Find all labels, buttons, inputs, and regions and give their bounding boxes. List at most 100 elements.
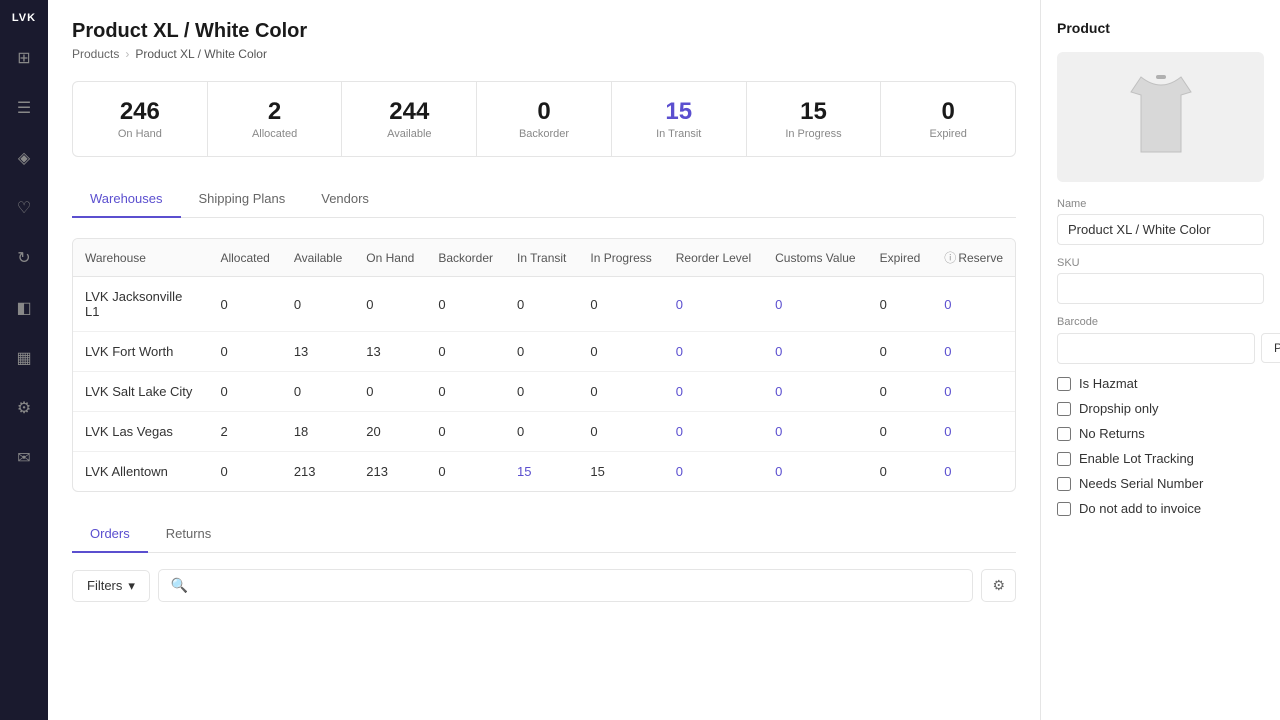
col-header-customs-value: Customs Value [763, 239, 867, 277]
name-input[interactable] [1057, 214, 1264, 245]
col-header-expired: Expired [868, 239, 933, 277]
stat-item: 15In Progress [747, 82, 882, 156]
stat-item: 0Backorder [477, 82, 612, 156]
main-tabs: WarehousesShipping PlansVendors [72, 181, 1016, 218]
refresh-icon[interactable]: ↻ [8, 242, 40, 274]
cell-reserve: 0 [932, 277, 1015, 332]
cell-reorder_level: 0 [664, 332, 763, 372]
stat-label: Expired [893, 128, 1003, 140]
cell-in_transit: 0 [505, 412, 578, 452]
stat-value: 244 [354, 98, 464, 126]
cell-reorder_level: 0 [664, 277, 763, 332]
checkbox-dropship-only[interactable] [1057, 402, 1071, 416]
settings-icon[interactable]: ⚙ [8, 392, 40, 424]
cell-expired: 0 [868, 412, 933, 452]
filters-label: Filters [87, 578, 122, 593]
list-icon[interactable]: ☰ [8, 92, 40, 124]
cell-in_progress: 0 [578, 332, 663, 372]
tag-icon[interactable]: ◈ [8, 142, 40, 174]
search-box: 🔍 [158, 569, 974, 602]
cell-expired: 0 [868, 332, 933, 372]
cell-customs_value: 0 [763, 372, 867, 412]
checkbox-needs-serial-number[interactable] [1057, 477, 1071, 491]
col-header-in-progress: In Progress [578, 239, 663, 277]
checkbox-enable-lot-tracking[interactable] [1057, 452, 1071, 466]
checkbox-row-no-returns: No Returns [1057, 426, 1264, 441]
main-content: Product XL / White Color Products › Prod… [48, 0, 1040, 720]
cell-in_transit: 15 [505, 452, 578, 492]
checkbox-no-returns[interactable] [1057, 427, 1071, 441]
barcode-input[interactable] [1057, 333, 1255, 364]
cell-allocated: 2 [208, 412, 281, 452]
stat-label: In Transit [624, 128, 734, 140]
bottom-tab-orders[interactable]: Orders [72, 516, 148, 553]
table-settings-button[interactable]: ⚙ [981, 569, 1016, 602]
cell-reorder_level: 0 [664, 372, 763, 412]
checkbox-do-not-add-to-invoice[interactable] [1057, 502, 1071, 516]
bottom-tab-returns[interactable]: Returns [148, 516, 230, 553]
cell-backorder: 0 [426, 372, 505, 412]
tab-shipping-plans[interactable]: Shipping Plans [181, 181, 304, 218]
search-icon: 🔍 [171, 577, 188, 594]
panel-title: Product [1057, 20, 1264, 36]
cell-customs_value: 0 [763, 277, 867, 332]
cell-expired: 0 [868, 277, 933, 332]
cell-on_hand: 213 [354, 452, 426, 492]
cell-reserve: 0 [932, 412, 1015, 452]
table-row: LVK Fort Worth013130000000 [73, 332, 1015, 372]
barcode-row: Print ▤ [1057, 332, 1264, 364]
cell-customs_value: 0 [763, 452, 867, 492]
checkbox-label: Needs Serial Number [1079, 476, 1203, 491]
grid-icon[interactable]: ⊞ [8, 42, 40, 74]
cell-in_transit: 0 [505, 332, 578, 372]
tab-warehouses[interactable]: Warehouses [72, 181, 181, 218]
checkbox-label: Enable Lot Tracking [1079, 451, 1194, 466]
table-row: LVK Salt Lake City0000000000 [73, 372, 1015, 412]
stat-item: 244 Available [342, 82, 477, 156]
cell-on_hand: 0 [354, 277, 426, 332]
search-input[interactable] [196, 578, 960, 593]
col-header-backorder: Backorder [426, 239, 505, 277]
stat-item: 15 In Transit [612, 82, 747, 156]
filters-button[interactable]: Filters ▾ [72, 570, 150, 602]
stat-label: On Hand [85, 128, 195, 140]
tab-vendors[interactable]: Vendors [303, 181, 387, 218]
layers-icon[interactable]: ◧ [8, 292, 40, 324]
stat-value: 15 [759, 98, 869, 126]
checkbox-row-needs-serial-number: Needs Serial Number [1057, 476, 1264, 491]
checkbox-row-dropship-only: Dropship only [1057, 401, 1264, 416]
breadcrumb-parent[interactable]: Products [72, 47, 119, 61]
cell-reserve: 0 [932, 372, 1015, 412]
col-header-reserve: ⓘReserve [932, 239, 1015, 277]
barcode-label: Barcode [1057, 316, 1264, 328]
checkbox-row-enable-lot-tracking: Enable Lot Tracking [1057, 451, 1264, 466]
message-icon[interactable]: ✉ [8, 442, 40, 474]
cell-customs_value: 0 [763, 412, 867, 452]
cell-reorder_level: 0 [664, 452, 763, 492]
col-header-in-transit: In Transit [505, 239, 578, 277]
sku-input[interactable] [1057, 273, 1264, 304]
checkbox-label: Is Hazmat [1079, 376, 1138, 391]
print-button[interactable]: Print [1261, 333, 1280, 363]
col-header-reorder-level: Reorder Level [664, 239, 763, 277]
cell-in_transit: 0 [505, 277, 578, 332]
cell-available: 13 [282, 332, 354, 372]
table-row: LVK Jacksonville L10000000000 [73, 277, 1015, 332]
right-panel: Product Name SKU Barcode Print ▤ Is Hazm… [1040, 0, 1280, 720]
checkbox-is-hazmat[interactable] [1057, 377, 1071, 391]
cell-warehouse: LVK Las Vegas [73, 412, 208, 452]
col-header-warehouse: Warehouse [73, 239, 208, 277]
breadcrumb: Products › Product XL / White Color [72, 47, 1016, 61]
checkbox-label: Do not add to invoice [1079, 501, 1201, 516]
cell-on_hand: 20 [354, 412, 426, 452]
stat-value: 15 [624, 98, 734, 126]
stat-value: 0 [489, 98, 599, 126]
cell-available: 213 [282, 452, 354, 492]
heart-icon[interactable]: ♡ [8, 192, 40, 224]
stat-label: Available [354, 128, 464, 140]
app-logo: LVK [12, 12, 36, 24]
checkbox-label: Dropship only [1079, 401, 1159, 416]
cell-allocated: 0 [208, 372, 281, 412]
cell-warehouse: LVK Fort Worth [73, 332, 208, 372]
chart-icon[interactable]: ▦ [8, 342, 40, 374]
